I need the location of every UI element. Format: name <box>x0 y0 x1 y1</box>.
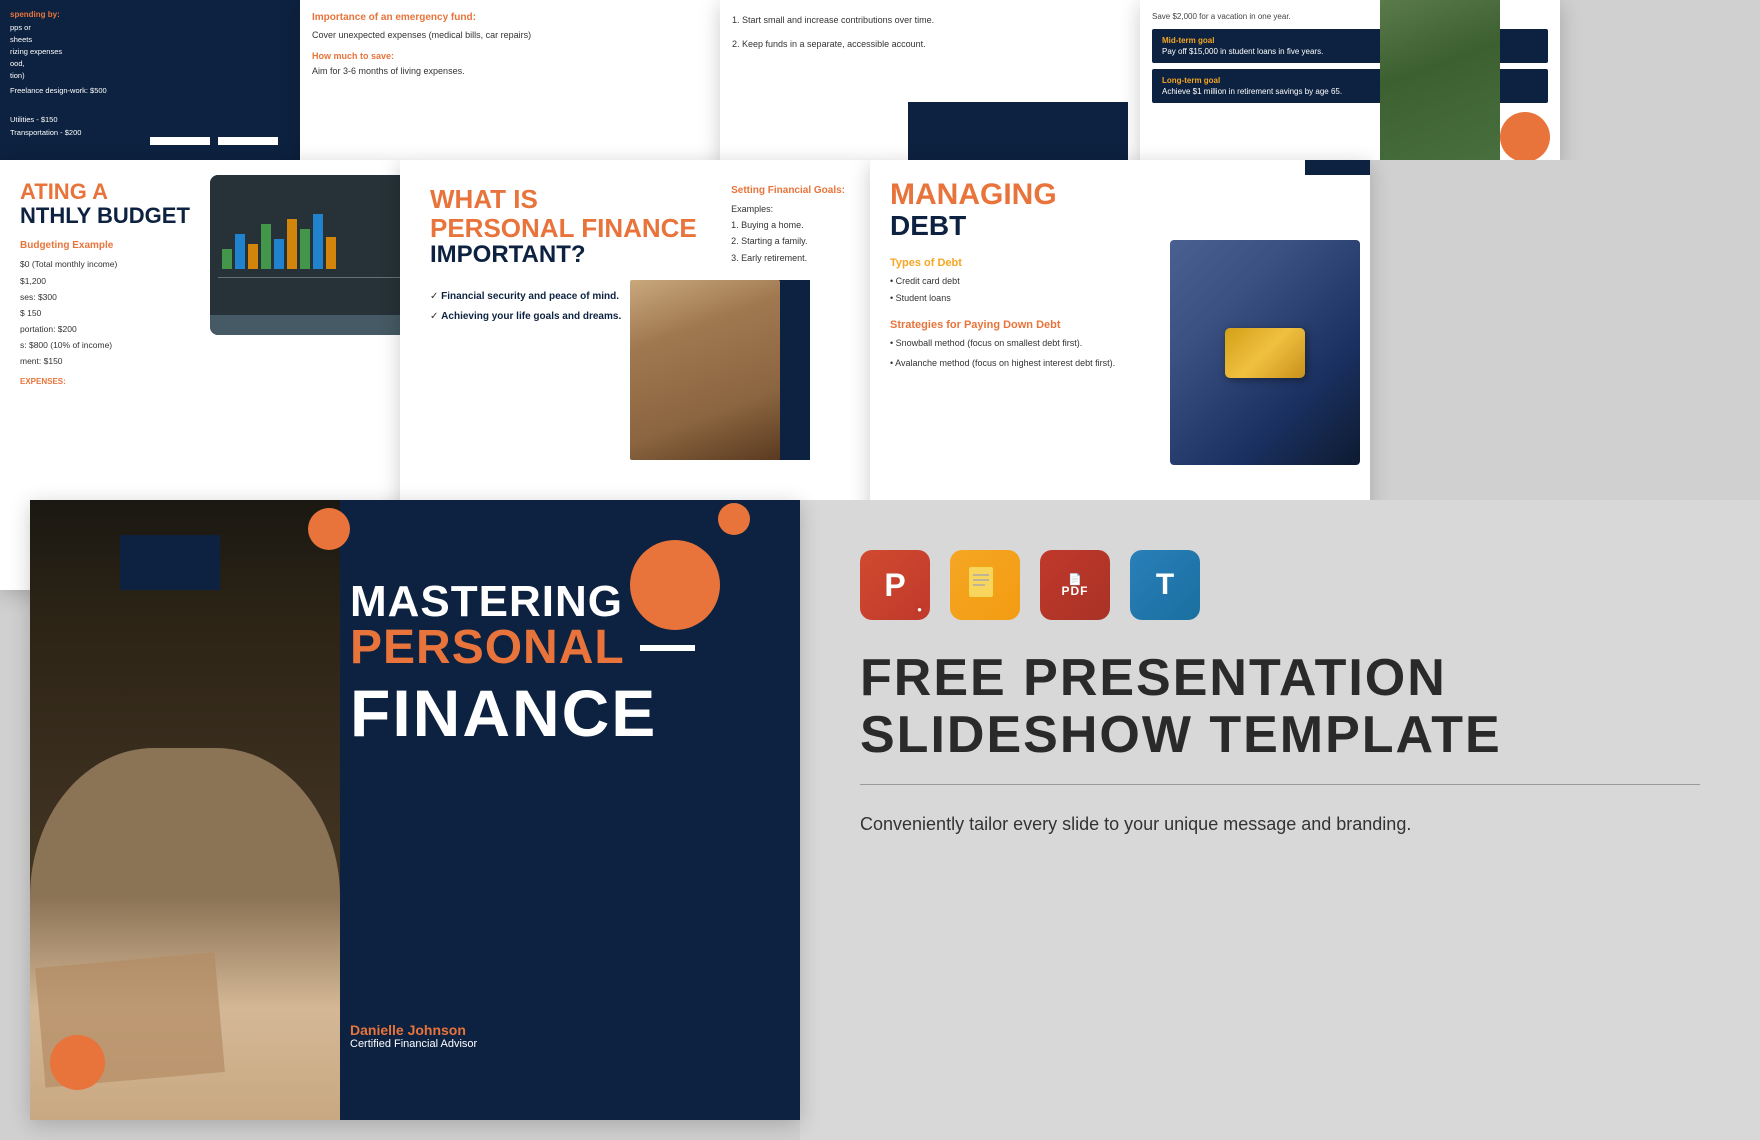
debt-title-orange: MANAGING <box>890 180 1150 210</box>
steps-list: 1. Start small and increase contribution… <box>732 12 1128 52</box>
how-much-title: How much to save: <box>312 51 708 61</box>
examples-intro: Examples: <box>731 201 845 217</box>
strategies-label: Strategies for Paying Down Debt <box>890 319 1150 331</box>
orange-circle-budget <box>308 508 350 550</box>
types-list: Credit card debt Student loans <box>890 273 1150 307</box>
promo-desc: Conveniently tailor every slide to your … <box>860 810 1700 839</box>
promo-panel: P ● 📄 PDF <box>800 500 1760 1140</box>
hero-text-block: MASTERING PERSONAL FINANCE <box>350 580 780 746</box>
white-bar-2 <box>218 137 278 145</box>
strategies-list: Snowball method (focus on smallest debt … <box>890 335 1150 371</box>
format-icon-other: T <box>1130 550 1200 620</box>
orange-circle-hero-tl <box>50 1035 105 1090</box>
author-title: Certified Financial Advisor <box>350 1038 477 1050</box>
author-name: Danielle Johnson <box>350 1022 477 1038</box>
other-letter: T <box>1156 568 1174 602</box>
hero-photo <box>30 500 340 1120</box>
laptop-screen <box>210 175 400 315</box>
orange-circle-goals <box>1500 112 1550 162</box>
card-visual <box>1225 328 1305 378</box>
hero-container: MASTERING PERSONAL FINANCE Danielle John… <box>0 500 800 1140</box>
top-slide-steps: 1. Start small and increase contribution… <box>720 0 1140 170</box>
hero-personal: PERSONAL <box>350 624 780 672</box>
hero-finance: FINANCE <box>350 680 780 746</box>
types-label: Types of Debt <box>890 257 1150 269</box>
emergency-body2: Aim for 3-6 months of living expenses. <box>312 65 708 79</box>
top-row-filler <box>1560 0 1760 170</box>
format-icon-pdf: 📄 PDF <box>1040 550 1110 620</box>
person-photo <box>630 280 780 460</box>
hero-slide: MASTERING PERSONAL FINANCE Danielle John… <box>30 500 800 1120</box>
step-2: 2. Keep funds in a separate, accessible … <box>732 36 1128 52</box>
bottom-row: MASTERING PERSONAL FINANCE Danielle John… <box>0 500 1760 1140</box>
dark-bar-steps <box>908 102 1128 162</box>
spending-items: pps or sheets rizing expenses ood, tion) <box>10 22 120 82</box>
setting-label: Setting Financial Goals: <box>731 185 845 196</box>
pf-right-col: Setting Financial Goals: Examples: 1. Bu… <box>731 185 845 266</box>
debt-title-dark: DEBT <box>890 210 1150 242</box>
promo-divider <box>860 784 1700 785</box>
orange-dot-pf <box>718 503 750 535</box>
examples-list: 1. Buying a home. 2. Starting a family. … <box>731 217 845 266</box>
format-icon-gslides <box>950 550 1020 620</box>
hero-author: Danielle Johnson Certified Financial Adv… <box>350 1022 477 1050</box>
desk-scene <box>30 500 340 1120</box>
promo-title: FREE PRESENTATION SLIDESHOW TEMPLATE <box>860 650 1700 764</box>
white-bar-1 <box>150 137 210 145</box>
top-slide-dark-bars <box>130 0 300 170</box>
spending-label: spending by: <box>10 10 120 19</box>
emergency-title: Importance of an emergency fund: <box>312 12 708 23</box>
expenses-label: EXPENSES: <box>20 377 380 386</box>
top-row: spending by: pps or sheets rizing expens… <box>0 0 1760 170</box>
top-slide-emergency: Importance of an emergency fund: Cover u… <box>300 0 720 170</box>
top-slide-dark-partial: spending by: pps or sheets rizing expens… <box>0 0 130 170</box>
photo-goals <box>1380 0 1500 170</box>
pdf-label: PDF <box>1062 584 1089 598</box>
laptop-image <box>210 175 400 335</box>
top-slide-goals: Save $2,000 for a vacation in one year. … <box>1140 0 1560 170</box>
format-icon-ppt: P ● <box>860 550 930 620</box>
format-icons-row: P ● 📄 PDF <box>860 550 1700 620</box>
gslides-icon-svg <box>965 565 1005 605</box>
emergency-body1: Cover unexpected expenses (medical bills… <box>312 29 708 43</box>
step-1: 1. Start small and increase contribution… <box>732 12 1128 28</box>
hero-dash <box>640 645 695 651</box>
ppt-letter: P <box>884 567 905 604</box>
hero-mastering: MASTERING <box>350 580 780 624</box>
dark-nav-debt <box>1305 160 1370 175</box>
creditcard-image <box>1170 240 1360 465</box>
page-wrapper: spending by: pps or sheets rizing expens… <box>0 0 1760 1140</box>
dark-block-budget <box>120 535 220 590</box>
